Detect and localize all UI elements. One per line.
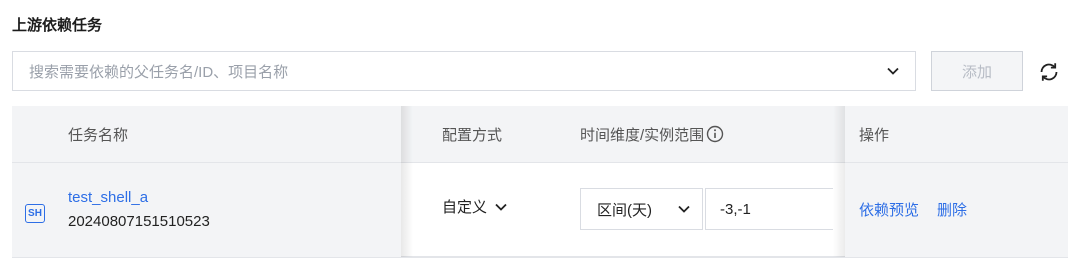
section-title: 上游依赖任务 [12,17,103,34]
row-cells: 自定义 区间(天) -3,-1 依赖预览 删除 [12,163,1068,257]
chevron-down-icon [495,203,507,211]
column-config-mode-overlay: 配置方式 [442,126,503,144]
search-placeholder: 搜索需要依赖的父任务名/ID、项目名称 [29,63,289,81]
column-time-range-overlay: 时间维度/实例范围 [580,106,724,162]
config-mode-select[interactable]: 自定义 [442,196,507,217]
dependency-table: 任务名称 配置方式 时间维度/实例范围 操作 SH test_shell_a 2… [12,106,1068,258]
range-value-input[interactable]: -3,-1 [705,188,833,230]
dependency-preview-link[interactable]: 依赖预览 [859,199,919,220]
fixed-column-shadow-right [833,106,845,257]
chevron-down-icon[interactable] [887,65,899,77]
refresh-icon[interactable] [1036,59,1062,85]
range-type-select[interactable]: 区间(天) [580,188,703,230]
column-time-range-label: 时间维度/实例范围 [580,126,705,144]
parent-task-search-select[interactable]: 搜索需要依赖的父任务名/ID、项目名称 [12,51,916,91]
fixed-column-shadow-left [401,106,413,257]
config-mode-value: 自定义 [442,199,488,216]
chevron-down-icon [678,205,690,213]
range-type-value: 区间(天) [597,201,652,219]
column-task-name: 任务名称 [68,126,129,144]
add-button[interactable]: 添加 [931,51,1023,91]
info-icon[interactable] [706,125,724,143]
delete-link[interactable]: 删除 [937,199,967,220]
column-actions: 操作 [859,126,890,144]
